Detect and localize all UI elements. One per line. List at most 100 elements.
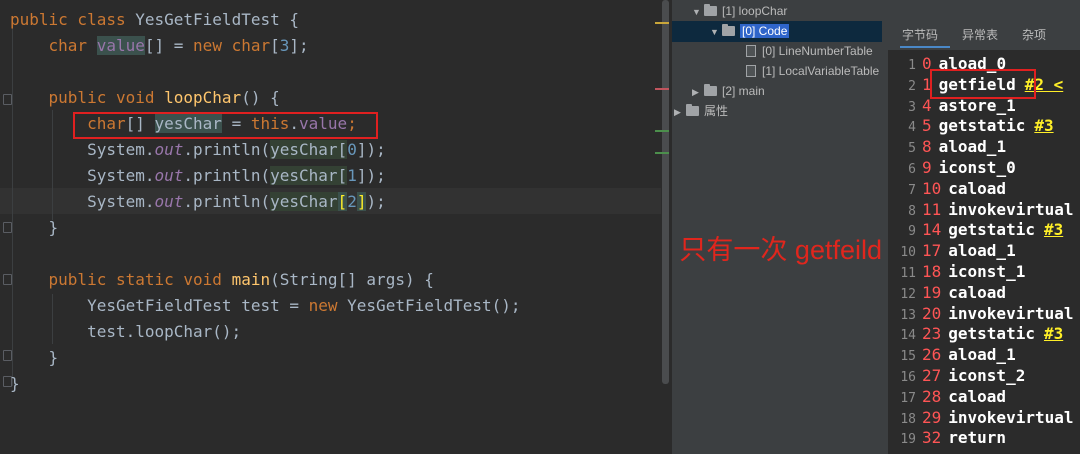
error-stripe-mark[interactable] [655, 88, 669, 90]
bytecode-row[interactable]: 7 10 caload [888, 178, 1080, 199]
bytecode-row[interactable]: 19 32 return [888, 427, 1080, 448]
bytecode-row[interactable]: 6 9 iconst_0 [888, 157, 1080, 178]
editor-scrollbar-thumb[interactable] [662, 0, 669, 384]
code-line[interactable]: public class YesGetFieldTest { [0, 7, 672, 33]
code-line[interactable]: public void loopChar() { [0, 85, 672, 111]
code-token: } [10, 348, 59, 367]
tree-node-label: [2] main [722, 84, 765, 98]
code-token: public class [10, 10, 136, 29]
code-line[interactable] [0, 59, 672, 85]
expand-down-icon[interactable]: ▼ [710, 22, 722, 42]
code-token: .println( [183, 192, 271, 211]
code-token: out [154, 166, 184, 185]
tab-bytecode[interactable]: 字节码 [890, 22, 950, 48]
expand-right-icon[interactable]: ▶ [692, 82, 704, 102]
bytecode-row[interactable]: 9 14 getstatic #3 [888, 219, 1080, 240]
bytecode-offset: 19 [922, 282, 942, 302]
code-token: System. [10, 166, 155, 185]
bytecode-opcode: aload_1 [948, 241, 1016, 261]
tab-label: 异常表 [962, 28, 999, 42]
code-token: yesChar [270, 140, 338, 159]
bytecode-offset: 29 [922, 407, 942, 427]
bytecode-row[interactable]: 14 23 getstatic #3 [888, 323, 1080, 344]
tree-node-label: [1] LocalVariableTable [762, 64, 880, 78]
bytecode-opcode: caload [948, 282, 1007, 302]
tree-node-label: [1] loopChar [722, 4, 788, 18]
code-line[interactable]: System.out.println(yesChar[1]); [0, 163, 672, 189]
code-line[interactable]: System.out.println(yesChar[2]); [0, 189, 672, 215]
code-editor[interactable]: public class YesGetFieldTest { char valu… [0, 0, 672, 454]
tab-label: 杂项 [1022, 28, 1047, 42]
annotation-box-field-load [73, 112, 378, 139]
bytecode-tabs: 字节码 异常表 杂项 [888, 22, 1080, 48]
folder-icon [704, 4, 717, 16]
constant-pool-ref[interactable]: #3 [1044, 220, 1063, 239]
code-line[interactable]: public static void main(String[] args) { [0, 267, 672, 293]
file-icon [746, 65, 756, 77]
tree-node-label: [0] Code [740, 24, 790, 38]
tab-exception-table[interactable]: 异常表 [950, 22, 1010, 48]
bytecode-row[interactable]: 15 26 aload_1 [888, 344, 1080, 365]
code-token: .println( [183, 166, 271, 185]
code-line[interactable]: test.loopChar(); [0, 319, 672, 345]
code-line[interactable]: YesGetFieldTest test = new YesGetFieldTe… [0, 293, 672, 319]
code-token: [ [337, 140, 348, 159]
code-token: () { [241, 88, 280, 107]
annotation-note: 只有一次 getfeild [679, 235, 882, 265]
code-line[interactable]: } [0, 215, 672, 241]
constant-pool-ref[interactable]: #3 [1034, 116, 1053, 135]
expand-right-icon[interactable]: ▶ [674, 102, 686, 122]
warning-stripe-mark[interactable] [655, 22, 669, 24]
code-token: main [231, 270, 271, 289]
bytecode-offset: 5 [922, 116, 932, 136]
bytecode-offset: 18 [922, 262, 942, 281]
bytecode-row[interactable]: 13 20 invokevirtual [888, 303, 1080, 324]
class-structure-tree[interactable]: ▼ [1] loopChar ▼ [0] Code [0] LineNumberTa… [672, 0, 882, 454]
code-line[interactable]: } [0, 345, 672, 371]
tree-node-main[interactable]: ▶ [2] main [692, 81, 765, 101]
bytecode-offset: 11 [922, 199, 942, 219]
code-line[interactable]: System.out.println(yesChar[0]); [0, 137, 672, 163]
bytecode-row[interactable]: 4 5 getstatic #3 [888, 115, 1080, 136]
bytecode-opcode: getstatic [938, 116, 1026, 136]
bytecode-listing[interactable]: 1 0 aload_0 2 1 getfield #2 <3 4 astore_1 4 5 getst… [888, 50, 1080, 454]
bytecode-row[interactable]: 17 28 caload [888, 386, 1080, 407]
bytecode-opcode: invokevirtual [948, 303, 1074, 323]
bytecode-row[interactable]: 12 19 caload [888, 282, 1080, 303]
bytecode-row[interactable]: 5 8 aload_1 [888, 136, 1080, 157]
bytecode-opcode: iconst_1 [948, 262, 1026, 281]
code-token: } [10, 374, 20, 393]
bytecode-row[interactable]: 11 18 iconst_1 [888, 261, 1080, 282]
tree-node-attributes[interactable]: ▶ 属性 [674, 101, 728, 121]
tree-node-line-number-table[interactable]: [0] LineNumberTable [746, 41, 873, 61]
file-icon [746, 45, 756, 57]
bytecode-row[interactable]: 18 29 invokevirtual [888, 407, 1080, 428]
code-line[interactable]: } [0, 371, 672, 397]
change-stripe-mark[interactable] [655, 152, 669, 154]
change-stripe-mark[interactable] [655, 130, 669, 132]
code-token: .println( [183, 140, 271, 159]
bytecode-offset: 17 [922, 241, 942, 261]
tree-node-code[interactable]: ▼ [0] Code [710, 21, 790, 42]
bytecode-row[interactable]: 8 11 invokevirtual [888, 199, 1080, 220]
tree-node-loopchar[interactable]: ▼ [1] loopChar [692, 1, 787, 21]
code-token: yesChar [270, 166, 338, 185]
bytecode-opcode: invokevirtual [948, 199, 1074, 219]
folder-icon [704, 84, 717, 96]
constant-pool-ref[interactable]: #3 [1044, 324, 1063, 343]
bytecode-opcode: getstatic [948, 324, 1035, 344]
bytecode-row[interactable]: 10 17 aload_1 [888, 240, 1080, 261]
code-token: out [154, 140, 184, 159]
code-token: YesGetFieldTest test = [10, 296, 309, 315]
bytecode-opcode: iconst_2 [948, 366, 1026, 385]
bytecode-row[interactable]: 16 27 iconst_2 [888, 365, 1080, 386]
expand-down-icon[interactable]: ▼ [692, 2, 704, 22]
code-token: ]; [289, 36, 309, 55]
code-line[interactable]: char value[] = new char[3]; [0, 33, 672, 59]
code-line[interactable] [0, 241, 672, 267]
tab-misc[interactable]: 杂项 [1010, 22, 1058, 48]
bytecode-offset: 10 [922, 178, 942, 198]
tree-node-local-variable-table[interactable]: [1] LocalVariableTable [746, 61, 879, 81]
bytecode-offset: 26 [922, 345, 942, 365]
code-token: out [154, 192, 184, 211]
